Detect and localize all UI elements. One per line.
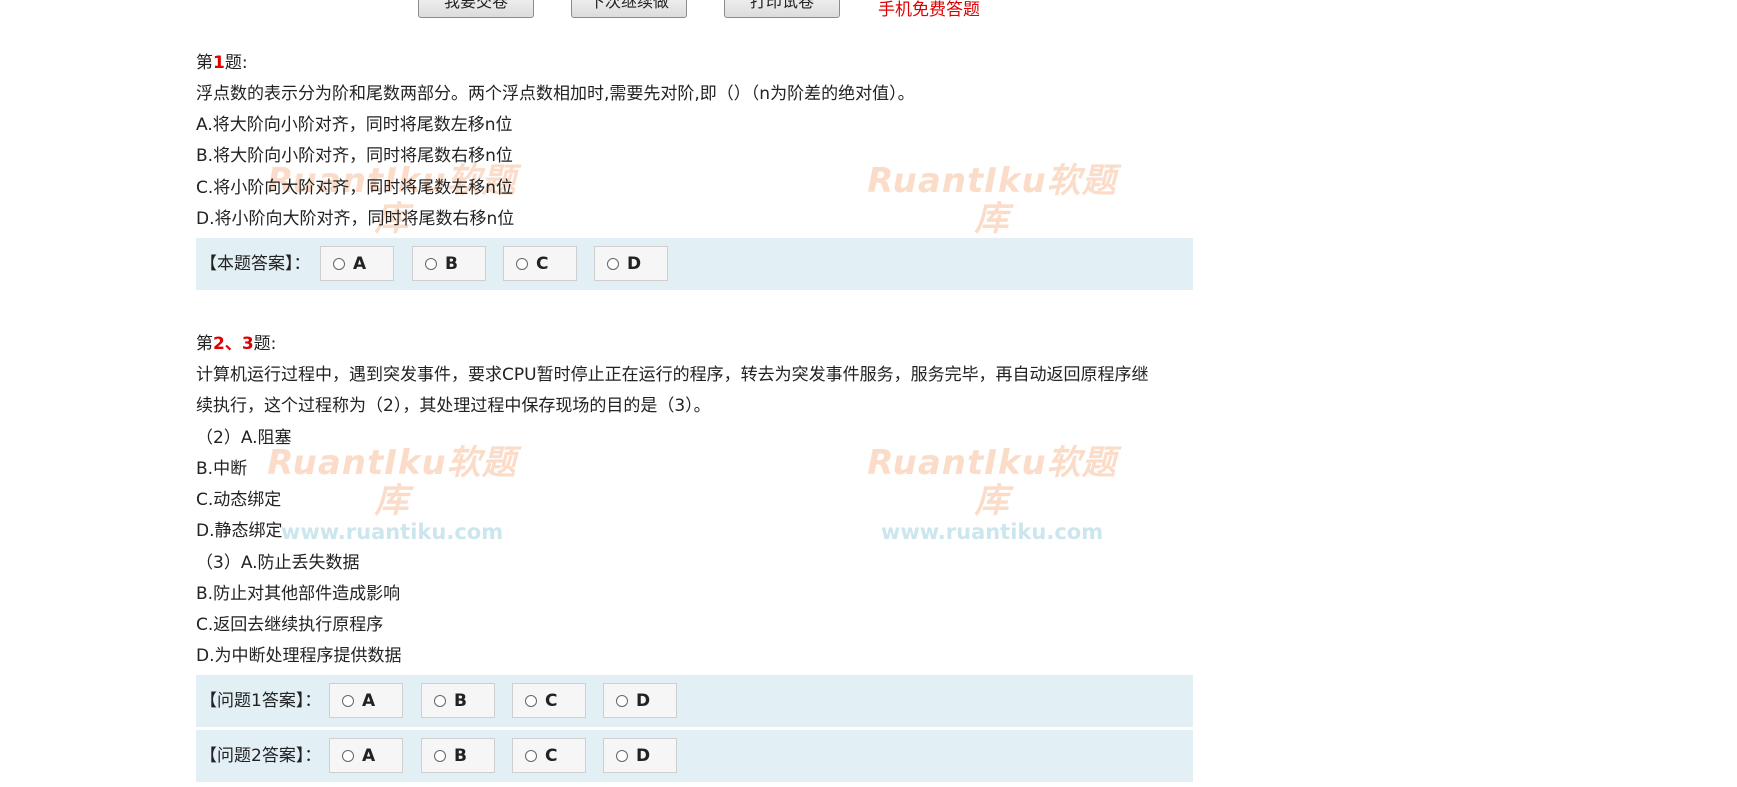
option-letter: C <box>545 691 558 711</box>
question-3-option-d: D.为中断处理程序提供数据 <box>196 646 402 666</box>
answer-option-b[interactable]: B <box>412 246 486 281</box>
answer-option-d[interactable]: D <box>603 683 677 718</box>
option-letter: C <box>545 746 558 766</box>
question-suffix: 题: <box>224 53 248 73</box>
watermark-brand: RuantIku软题库 <box>267 443 517 521</box>
answer-option-c[interactable]: C <box>512 683 586 718</box>
option-letter: B <box>454 746 467 766</box>
answer-option-a[interactable]: A <box>320 246 394 281</box>
radio-icon[interactable] <box>525 695 537 707</box>
answer-option-b[interactable]: B <box>421 738 495 773</box>
radio-icon[interactable] <box>525 750 537 762</box>
option-letter: A <box>362 691 376 711</box>
answer-option-d[interactable]: D <box>603 738 677 773</box>
print-exam-button[interactable]: 打印试卷 <box>724 0 840 18</box>
toolbar: 我要交卷 下次继续做 打印试卷 手机免费答题 <box>0 0 1737 20</box>
radio-icon[interactable] <box>616 750 628 762</box>
radio-icon[interactable] <box>342 750 354 762</box>
radio-icon[interactable] <box>607 258 619 270</box>
answer-option-c[interactable]: C <box>503 246 577 281</box>
question-2-heading: 第2、3题: <box>196 332 276 356</box>
answer-label: 【问题1答案】： <box>200 691 322 711</box>
continue-later-button[interactable]: 下次继续做 <box>571 0 687 18</box>
question-number: 1 <box>213 53 225 73</box>
answer-option-b[interactable]: B <box>421 683 495 718</box>
question-2-option-c: C.动态绑定 <box>196 490 282 510</box>
question-1-answer-row: 【本题答案】： A B C D <box>196 238 1193 290</box>
question-2-text-line-2: 续执行，这个过程称为（2），其处理过程中保存现场的目的是（3）。 <box>196 396 711 416</box>
mobile-answer-link[interactable]: 手机免费答题 <box>878 0 980 20</box>
answer-label: 【本题答案】： <box>200 254 311 274</box>
watermark-logo: RuantIku软题库 www.ruantiku.com <box>262 444 522 544</box>
option-letter: C <box>536 254 549 274</box>
question-2-text-line-1: 计算机运行过程中，遇到突发事件，要求CPU暂时停止正在运行的程序，转去为突发事件… <box>196 365 1149 385</box>
question-2-answer-row: 【问题1答案】： A B C D <box>196 675 1193 727</box>
radio-icon[interactable] <box>342 695 354 707</box>
question-1-option-b: B.将大阶向小阶对齐，同时将尾数右移n位 <box>196 146 513 166</box>
question-prefix: 第 <box>196 53 213 73</box>
watermark-brand: RuantIku软题库 <box>867 443 1117 521</box>
question-1-option-c: C.将小阶向大阶对齐，同时将尾数左移n位 <box>196 178 514 198</box>
watermark-logo: RuantIku软题库 www.ruantiku.com <box>862 444 1122 544</box>
question-1-heading: 第1题: <box>196 51 248 75</box>
question-1-option-d: D.将小阶向大阶对齐，同时将尾数右移n位 <box>196 209 515 229</box>
watermark-url: www.ruantiku.com <box>280 520 504 544</box>
watermark-url: www.ruantiku.com <box>880 520 1104 544</box>
question-1-option-a: A.将大阶向小阶对齐，同时将尾数左移n位 <box>196 115 513 135</box>
option-letter: D <box>627 254 642 274</box>
answer-option-d[interactable]: D <box>594 246 668 281</box>
question-2-option-a: （2）A.阻塞 <box>196 428 292 448</box>
question-prefix: 第 <box>196 334 213 354</box>
option-letter: A <box>353 254 367 274</box>
radio-icon[interactable] <box>616 695 628 707</box>
answer-option-c[interactable]: C <box>512 738 586 773</box>
question-suffix: 题: <box>253 334 277 354</box>
radio-icon[interactable] <box>333 258 345 270</box>
question-number: 2、3 <box>213 334 254 354</box>
option-letter: D <box>636 691 651 711</box>
submit-exam-button[interactable]: 我要交卷 <box>418 0 534 18</box>
answer-option-a[interactable]: A <box>329 683 403 718</box>
option-letter: B <box>454 691 467 711</box>
question-3-answer-row: 【问题2答案】： A B C D <box>196 730 1193 782</box>
answer-label: 【问题2答案】： <box>200 746 322 766</box>
radio-icon[interactable] <box>516 258 528 270</box>
question-2-option-d: D.静态绑定 <box>196 521 283 541</box>
answer-option-a[interactable]: A <box>329 738 403 773</box>
option-letter: B <box>445 254 458 274</box>
radio-icon[interactable] <box>425 258 437 270</box>
question-3-option-a: （3）A.防止丢失数据 <box>196 553 360 573</box>
question-1-text: 浮点数的表示分为阶和尾数两部分。两个浮点数相加时,需要先对阶,即（）（n为阶差的… <box>196 84 915 104</box>
option-letter: D <box>636 746 651 766</box>
radio-icon[interactable] <box>434 695 446 707</box>
radio-icon[interactable] <box>434 750 446 762</box>
question-2-option-b: B.中断 <box>196 459 248 479</box>
option-letter: A <box>362 746 376 766</box>
question-3-option-c: C.返回去继续执行原程序 <box>196 615 384 635</box>
question-3-option-b: B.防止对其他部件造成影响 <box>196 584 401 604</box>
watermark-brand: RuantIku软题库 <box>867 161 1117 239</box>
